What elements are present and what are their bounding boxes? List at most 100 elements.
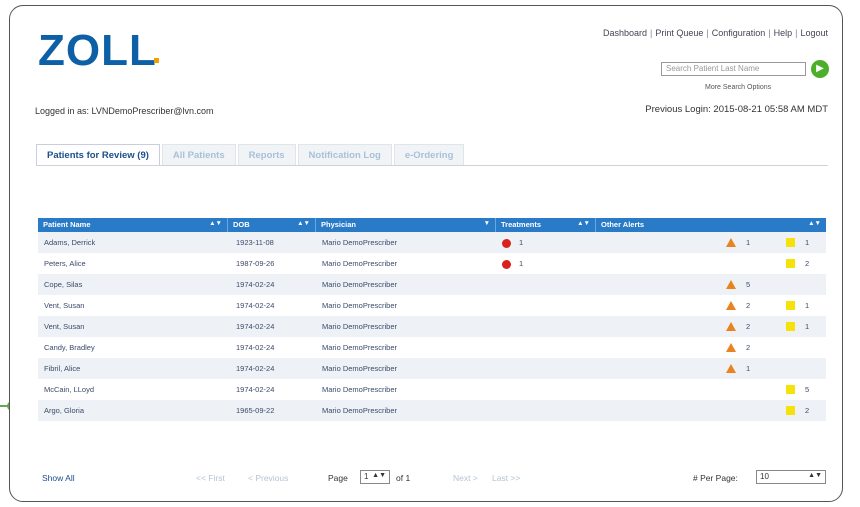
- tab-all-patients[interactable]: All Patients: [161, 144, 236, 166]
- page-select[interactable]: 1 ▲▼: [360, 470, 390, 484]
- more-search-options-link[interactable]: More Search Options: [705, 84, 771, 91]
- other-alerts-cell: 11: [596, 232, 826, 253]
- other-alerts-cell: 5: [596, 274, 826, 295]
- treatments-cell: [496, 337, 596, 358]
- red-alert-icon: [502, 259, 511, 269]
- dob-cell: 1974-02-24: [236, 301, 275, 310]
- dob-cell: 1965-09-22: [236, 406, 275, 415]
- table-row[interactable]: Peters, Alice 1987-09-26 Mario DemoPrescri…: [38, 253, 826, 274]
- notice-square-icon: [786, 238, 795, 247]
- page-label: Page: [328, 473, 348, 483]
- tab-e-ordering[interactable]: e-Ordering: [393, 144, 465, 166]
- patient-name-cell[interactable]: Vent, Susan: [38, 295, 228, 316]
- treatments-cell: [496, 295, 596, 316]
- table-row[interactable]: McCain, LLoyd 1974-02-24 Mario DemoPrescri…: [38, 379, 826, 400]
- column-header-physician[interactable]: Physician ▼: [316, 218, 496, 232]
- help-link[interactable]: Help: [774, 28, 793, 38]
- tabs-divider: [36, 165, 828, 166]
- previous-login-text: Previous Login: 2015-08-21 05:58 AM MDT: [645, 104, 828, 115]
- previous-page-link[interactable]: < Previous: [248, 473, 288, 483]
- configuration-link[interactable]: Configuration: [712, 28, 766, 38]
- treatments-cell: 1: [496, 253, 596, 274]
- warning-count: 1: [746, 238, 751, 247]
- tab-notification-log[interactable]: Notification Log: [297, 144, 392, 166]
- logged-in-text: Logged in as: LVNDemoPrescriber@lvn.com: [35, 106, 214, 116]
- table-row[interactable]: Cope, Silas 1974-02-24 Mario DemoPrescribe…: [38, 274, 826, 295]
- select-arrow-icon: ▲▼: [372, 472, 386, 479]
- notice-count: 1: [805, 301, 810, 310]
- warning-triangle-icon: [726, 364, 736, 373]
- table-row[interactable]: Argo, Gloria 1965-09-22 Mario DemoPrescrib…: [38, 400, 826, 421]
- notice-square-icon: [786, 259, 795, 268]
- next-page-link[interactable]: Next >: [453, 473, 478, 483]
- table-row[interactable]: Candy, Bradley 1974-02-24 Mario DemoPrescr…: [38, 337, 826, 358]
- physician-cell: Mario DemoPrescriber: [322, 280, 398, 289]
- warning-triangle-icon: [726, 280, 736, 289]
- patient-name-cell[interactable]: Vent, Susan: [38, 316, 228, 337]
- table-header: Patient Name ▲▼ DOB ▲▼ Physician ▼ Treatmen…: [38, 218, 826, 232]
- tab-bar: Patients for Review (9) All Patients Rep…: [36, 144, 466, 166]
- dob-cell: 1974-02-24: [236, 343, 275, 352]
- other-alerts-cell: 2: [596, 253, 826, 274]
- dob-cell: 1974-02-24: [236, 280, 275, 289]
- warning-count: 1: [746, 364, 751, 373]
- table-row[interactable]: Fibril, Alice 1974-02-24 Mario DemoPrescri…: [38, 358, 826, 379]
- table-body: Adams, Derrick 1923-11-08 Mario DemoPrescr…: [38, 232, 826, 421]
- print-queue-link[interactable]: Print Queue: [655, 28, 703, 38]
- column-header-dob[interactable]: DOB ▲▼: [228, 218, 316, 232]
- warning-triangle-icon: [726, 322, 736, 331]
- sort-icon: ▲▼: [209, 220, 222, 227]
- page-count: of 1: [396, 473, 411, 483]
- per-page-label: # Per Page:: [693, 473, 738, 483]
- table-row[interactable]: Adams, Derrick 1923-11-08 Mario DemoPrescr…: [38, 232, 826, 253]
- per-page-select[interactable]: 10 ▲▼: [756, 470, 826, 484]
- patient-name-cell[interactable]: Peters, Alice: [38, 253, 228, 274]
- other-alerts-cell: 1: [596, 358, 826, 379]
- patient-name-cell[interactable]: Adams, Derrick: [38, 232, 228, 253]
- dob-cell: 1974-02-24: [236, 385, 275, 394]
- patient-name-cell[interactable]: Argo, Gloria: [38, 400, 228, 421]
- zoll-logo: ZOLL: [38, 26, 157, 75]
- tab-reports[interactable]: Reports: [237, 144, 296, 166]
- column-header-treatments[interactable]: Treatments ▲▼: [496, 218, 596, 232]
- warning-count: 2: [746, 301, 751, 310]
- warning-count: 2: [746, 343, 751, 352]
- dob-cell: 1974-02-24: [236, 364, 275, 373]
- other-alerts-cell: 5: [596, 379, 826, 400]
- dashboard-link[interactable]: Dashboard: [603, 28, 647, 38]
- red-alert-icon: [502, 238, 511, 248]
- notice-count: 2: [805, 259, 810, 268]
- patient-name-cell[interactable]: Candy, Bradley: [38, 337, 228, 358]
- first-page-link[interactable]: << First: [196, 473, 225, 483]
- treatment-count: 1: [519, 259, 524, 268]
- warning-triangle-icon: [726, 301, 736, 310]
- patient-search-input[interactable]: Search Patient Last Name: [661, 62, 806, 76]
- patient-name-cell[interactable]: McCain, LLoyd: [38, 379, 228, 400]
- go-arrow-icon[interactable]: ▶: [811, 60, 829, 78]
- treatment-count: 1: [519, 238, 524, 247]
- patient-name-cell[interactable]: Fibril, Alice: [38, 358, 228, 379]
- logout-link[interactable]: Logout: [800, 28, 828, 38]
- show-all-link[interactable]: Show All: [42, 473, 75, 483]
- warning-count: 5: [746, 280, 751, 289]
- treatments-cell: [496, 358, 596, 379]
- notice-square-icon: [786, 385, 795, 394]
- column-header-other-alerts[interactable]: Other Alerts ▲▼: [596, 218, 826, 232]
- treatments-cell: [496, 400, 596, 421]
- table-row[interactable]: Vent, Susan 1974-02-24 Mario DemoPrescribe…: [38, 295, 826, 316]
- physician-cell: Mario DemoPrescriber: [322, 385, 398, 394]
- physician-cell: Mario DemoPrescriber: [322, 343, 398, 352]
- column-header-patient-name[interactable]: Patient Name ▲▼: [38, 218, 228, 232]
- tab-patients-for-review[interactable]: Patients for Review (9): [36, 144, 160, 166]
- last-page-link[interactable]: Last >>: [492, 473, 520, 483]
- dob-cell: 1923-11-08: [236, 238, 274, 247]
- pagination-bar: Show All << First < Previous Page 1 ▲▼ of…: [38, 470, 826, 488]
- other-alerts-cell: 2: [596, 337, 826, 358]
- warning-count: 2: [746, 322, 751, 331]
- table-row[interactable]: Vent, Susan 1974-02-24 Mario DemoPrescribe…: [38, 316, 826, 337]
- notice-square-icon: [786, 322, 795, 331]
- dob-cell: 1974-02-24: [236, 322, 275, 331]
- patient-name-cell[interactable]: Cope, Silas: [38, 274, 228, 295]
- sort-icon: ▲▼: [297, 220, 310, 227]
- warning-triangle-icon: [726, 238, 736, 247]
